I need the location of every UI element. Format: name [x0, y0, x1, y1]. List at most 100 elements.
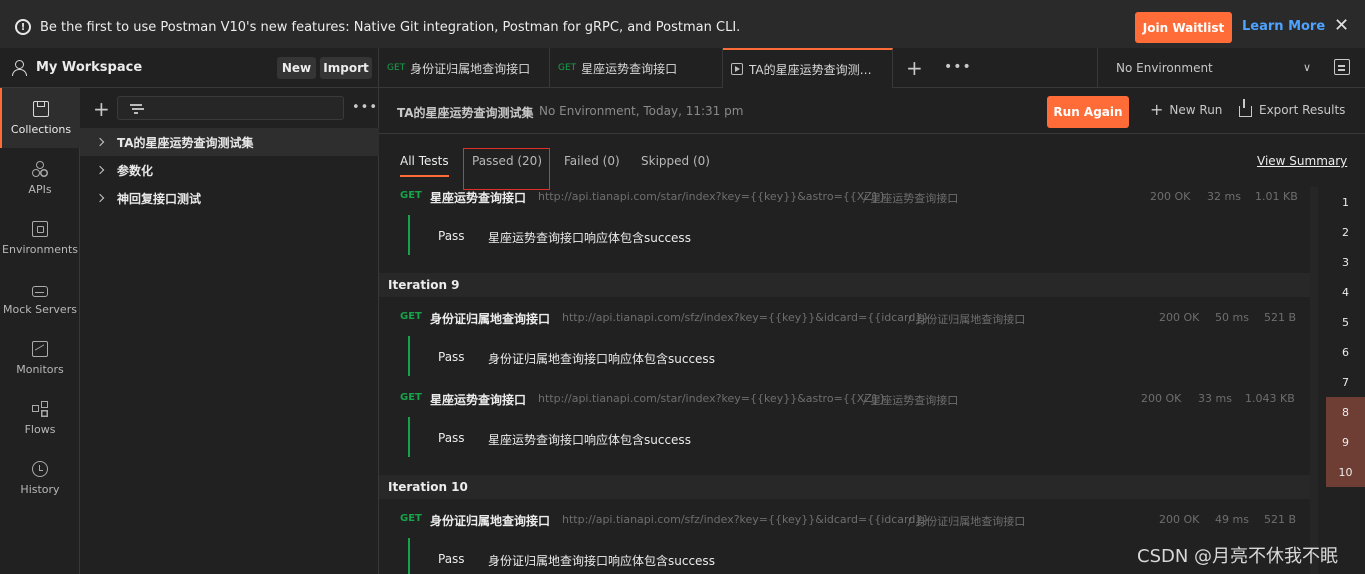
learn-more-link[interactable]: Learn More	[1242, 19, 1325, 34]
results-list: GET 星座运势查询接口 http://api.tianapi.com/star…	[379, 185, 1312, 574]
iteration-number[interactable]: 4	[1326, 277, 1365, 307]
highlight-annotation-box	[463, 148, 550, 190]
filter-input[interactable]	[117, 96, 344, 120]
tab-method: GET	[558, 63, 577, 73]
nav-history[interactable]: History	[0, 448, 80, 508]
response-time: 49 ms	[1215, 513, 1249, 526]
import-button[interactable]: Import	[320, 57, 372, 79]
tab-method: GET	[387, 63, 406, 73]
tab-label: 身份证归属地查询接口	[410, 61, 531, 76]
chevron-right-icon	[95, 137, 105, 147]
new-tab-icon[interactable]: +	[906, 56, 923, 80]
iteration-number[interactable]: 5	[1326, 307, 1365, 337]
iteration-navigator: 1 2 3 4 5 6 7 8 9 10	[1326, 187, 1365, 574]
request-row[interactable]: GET 身份证归属地查询接口 http://api.tianapi.com/sf…	[379, 308, 1312, 328]
tab-runner[interactable]: TA的星座运势查询测试集	[723, 48, 893, 88]
test-name: 星座运势查询接口响应体包含success	[488, 231, 691, 245]
new-run-button[interactable]: + New Run	[1150, 102, 1222, 118]
collection-label: 神回复接口测试	[117, 191, 202, 206]
collection-item[interactable]: 参数化	[80, 156, 379, 184]
tab-failed[interactable]: Failed (0)	[564, 154, 620, 168]
request-path: / 身份证归属地查询接口	[908, 313, 1026, 326]
runner-results: TA的星座运势查询测试集 No Environment, Today, 11:3…	[379, 88, 1365, 574]
request-row[interactable]: GET 星座运势查询接口 http://api.tianapi.com/star…	[379, 389, 1312, 409]
request-url: http://api.tianapi.com/sfz/index?key={{k…	[562, 311, 930, 324]
pass-indicator	[408, 336, 410, 376]
tab-idcard[interactable]: GET 身份证归属地查询接口	[379, 48, 550, 88]
nav-mock-servers[interactable]: Mock Servers	[0, 268, 80, 328]
nav-label: Monitors	[16, 362, 64, 376]
response-status: 200 OK	[1150, 190, 1191, 203]
run-again-button[interactable]: Run Again	[1047, 96, 1129, 128]
iteration-number[interactable]: 3	[1326, 247, 1365, 277]
view-summary-link[interactable]: View Summary	[1257, 154, 1347, 168]
add-collection-icon[interactable]: +	[93, 97, 110, 121]
run-header: TA的星座运势查询测试集 No Environment, Today, 11:3…	[379, 88, 1365, 134]
iteration-number[interactable]: 9	[1326, 427, 1365, 457]
new-button[interactable]: New	[277, 57, 316, 79]
response-size: 1.043 KB	[1245, 392, 1295, 405]
response-size: 521 B	[1264, 311, 1297, 324]
announcement-banner: ! Be the first to use Postman V10's new …	[0, 0, 1365, 55]
nav-apis[interactable]: APIs	[0, 148, 80, 208]
nav-label: History	[20, 482, 60, 496]
workspace-header: My Workspace New Import	[0, 48, 379, 88]
request-path: / 星座运势查询接口	[863, 394, 959, 407]
more-options-icon[interactable]: •••	[352, 100, 378, 115]
response-time: 32 ms	[1207, 190, 1241, 203]
response-status: 200 OK	[1141, 392, 1182, 405]
response-status: 200 OK	[1159, 513, 1200, 526]
collection-item[interactable]: TA的星座运势查询测试集	[80, 128, 379, 156]
test-name: 身份证归属地查询接口响应体包含success	[488, 554, 715, 568]
request-method: GET	[400, 190, 422, 201]
more-tabs-icon[interactable]: •••	[944, 59, 972, 75]
tab-all-tests[interactable]: All Tests	[400, 154, 449, 177]
iteration-number[interactable]: 10	[1326, 457, 1365, 487]
tab-label: TA的星座运势查询测试集	[749, 62, 877, 77]
pass-indicator	[408, 215, 410, 255]
iteration-number[interactable]: 2	[1326, 217, 1365, 247]
nav-label: Mock Servers	[3, 302, 77, 316]
test-result: Pass 星座运势查询接口响应体包含success	[379, 215, 1312, 259]
nav-monitors[interactable]: Monitors	[0, 328, 80, 388]
nav-flows[interactable]: Flows	[0, 388, 80, 448]
test-status: Pass	[438, 552, 465, 566]
close-icon[interactable]: ✕	[1334, 17, 1349, 35]
nav-label: Environments	[2, 242, 78, 256]
export-icon	[1239, 99, 1252, 117]
request-row[interactable]: GET 星座运势查询接口 http://api.tianapi.com/star…	[379, 187, 1312, 207]
iteration-number[interactable]: 8	[1326, 397, 1365, 427]
chevron-right-icon	[95, 165, 105, 175]
environment-quick-look-icon[interactable]	[1334, 59, 1350, 75]
collections-sidebar: + ••• TA的星座运势查询测试集 参数化 神回复接口测试	[80, 88, 379, 574]
run-meta: No Environment, Today, 11:31 pm	[539, 104, 744, 118]
test-status: Pass	[438, 431, 465, 445]
join-waitlist-button[interactable]: Join Waitlist	[1135, 12, 1232, 43]
chevron-right-icon	[95, 193, 105, 203]
request-tabs: GET 身份证归属地查询接口 GET 星座运势查询接口 TA的星座运势查询测试集…	[379, 48, 1365, 88]
response-time: 50 ms	[1215, 311, 1249, 324]
test-status: Pass	[438, 350, 465, 364]
request-row[interactable]: GET 身份证归属地查询接口 http://api.tianapi.com/sf…	[379, 510, 1312, 530]
nav-label: APIs	[28, 182, 52, 196]
request-method: GET	[400, 311, 422, 322]
response-size: 521 B	[1264, 513, 1297, 526]
tab-star[interactable]: GET 星座运势查询接口	[550, 48, 723, 88]
workspace-title[interactable]: My Workspace	[36, 60, 142, 75]
nav-label: Collections	[10, 122, 72, 136]
iteration-number[interactable]: 6	[1326, 337, 1365, 367]
nav-collections[interactable]: Collections	[0, 88, 80, 148]
export-results-button[interactable]: Export Results	[1239, 99, 1345, 117]
iteration-number[interactable]: 7	[1326, 367, 1365, 397]
request-name: 星座运势查询接口	[430, 191, 527, 205]
iteration-number[interactable]: 1	[1326, 187, 1365, 217]
history-icon	[32, 460, 48, 477]
nav-label: Flows	[24, 422, 56, 436]
environment-select[interactable]: No Environment ∨	[1097, 48, 1325, 88]
nav-environments[interactable]: Environments	[0, 208, 80, 268]
collection-item[interactable]: 神回复接口测试	[80, 184, 379, 212]
iteration-header: Iteration 9	[379, 273, 1312, 297]
tab-skipped[interactable]: Skipped (0)	[641, 154, 710, 168]
results-scrollbar[interactable]	[1310, 187, 1318, 574]
request-name: 身份证归属地查询接口	[430, 312, 551, 326]
